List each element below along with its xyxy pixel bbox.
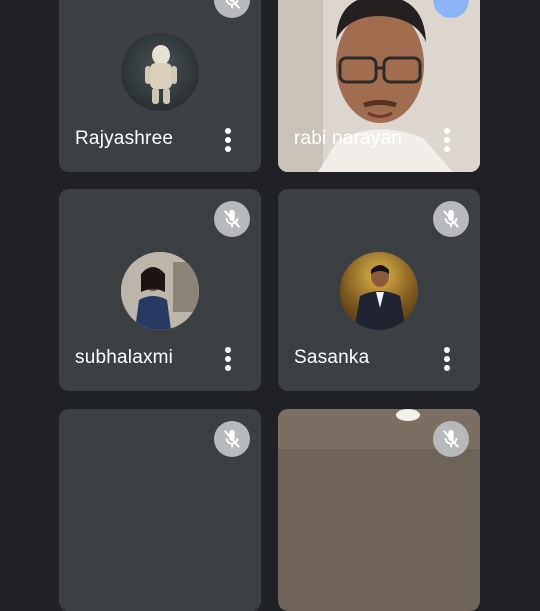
avatar <box>121 252 199 330</box>
participant-name: subhalaxmi <box>75 347 174 368</box>
more-vert-icon[interactable] <box>220 342 236 376</box>
participant-name: Rajyashree <box>75 128 174 149</box>
participant-tile-subhalaxmi[interactable]: subhalaxmi <box>59 189 261 391</box>
mic-off-icon <box>214 0 250 18</box>
participant-tile-rabi-narayan[interactable]: rabi narayan <box>278 0 480 172</box>
avatar <box>340 252 418 330</box>
mic-off-icon <box>214 201 250 237</box>
participant-tile[interactable] <box>59 409 261 611</box>
mic-off-icon <box>214 421 250 457</box>
mic-off-icon <box>433 201 469 237</box>
participant-tile-sasanka[interactable]: Sasanka <box>278 189 480 391</box>
more-vert-icon[interactable] <box>220 123 236 157</box>
participant-name: rabi narayan <box>294 128 403 149</box>
participant-tile[interactable] <box>278 409 480 611</box>
mic-off-icon <box>433 421 469 457</box>
participant-name: Sasanka <box>294 347 370 368</box>
avatar <box>121 33 199 111</box>
more-vert-icon[interactable] <box>439 342 455 376</box>
participant-tile-rajyashree[interactable]: Rajyashree <box>59 0 261 172</box>
more-vert-icon[interactable] <box>439 123 455 157</box>
